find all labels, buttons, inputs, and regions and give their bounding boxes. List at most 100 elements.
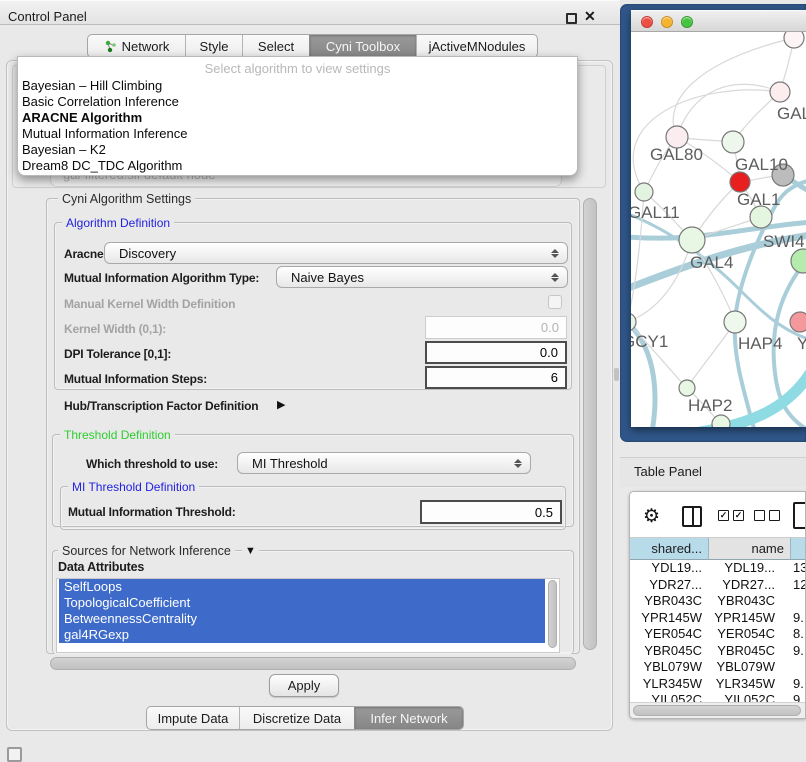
network-window-titlebar[interactable] [631, 10, 806, 32]
network-node[interactable] [791, 249, 806, 273]
tab-impute-data[interactable]: Impute Data [147, 707, 239, 729]
network-node[interactable] [784, 32, 804, 48]
which-threshold-combo[interactable]: MI Threshold [237, 452, 531, 474]
kernel-width-field[interactable] [425, 316, 567, 339]
table-cell: YLR345W [709, 676, 791, 693]
table-row[interactable]: YBR045CYBR045C9. [630, 643, 806, 660]
table-row[interactable]: YBL079WYBL079W [630, 659, 806, 676]
table-cell: YDR27... [709, 577, 791, 594]
network-node[interactable] [635, 183, 653, 201]
network-node[interactable] [770, 82, 790, 102]
column-header-name[interactable]: name [709, 538, 791, 560]
tab-label: Impute Data [158, 711, 229, 726]
network-node[interactable] [712, 415, 730, 427]
network-node[interactable] [790, 312, 806, 332]
which-threshold-value: MI Threshold [252, 456, 512, 471]
dropdown-item[interactable]: Bayesian – Hill Climbing [18, 78, 577, 94]
dropdown-item[interactable]: Basic Correlation Inference [18, 94, 577, 110]
table-body: YDL19...YDL19...13YDR27...YDR27...12YBR0… [630, 560, 806, 709]
tab-infer-network[interactable]: Infer Network [354, 707, 463, 729]
control-panel-tabbar: Network Style Select Cyni Toolbox jActiv… [87, 34, 538, 58]
apply-button[interactable]: Apply [269, 674, 339, 697]
zoom-traffic-light[interactable] [681, 16, 693, 28]
network-node-label: Y [797, 334, 806, 353]
dropdown-item[interactable]: Bayesian – K2 [18, 142, 577, 158]
network-node[interactable] [679, 227, 705, 253]
settings-vertical-scrollbar[interactable] [583, 198, 597, 650]
data-attributes-list: SelfLoops TopologicalCoefficient Between… [56, 578, 560, 653]
bottom-tabbar: Impute Data Discretize Data Infer Networ… [146, 706, 464, 730]
minimize-traffic-light[interactable] [661, 16, 673, 28]
tab-jactivemnodules[interactable]: jActiveMNodules [416, 35, 537, 57]
settings-group-title: Cyni Algorithm Settings [58, 192, 195, 206]
column-header-partial[interactable] [791, 538, 806, 560]
collapsed-panel-icon[interactable] [7, 747, 22, 762]
list-item-selected[interactable]: TopologicalCoefficient [59, 595, 545, 611]
list-item-selected[interactable]: SelfLoops [59, 579, 545, 595]
table-cell [791, 659, 806, 676]
tab-style[interactable]: Style [185, 35, 242, 57]
list-item-selected[interactable]: BetweennessCentrality [59, 611, 545, 627]
dropdown-item[interactable]: Dream8 DC_TDC Algorithm [18, 158, 577, 174]
list-vertical-scrollbar[interactable] [548, 580, 557, 648]
table-cell: YBR045C [709, 643, 791, 660]
tab-network[interactable]: Network [88, 35, 185, 57]
mi-type-combo[interactable]: Naive Bayes [276, 266, 568, 288]
float-window-icon[interactable] [566, 13, 577, 24]
table-row[interactable]: YDL19...YDL19...13 [630, 560, 806, 577]
close-traffic-light[interactable] [641, 16, 653, 28]
deselect-all-icon[interactable] [754, 510, 780, 521]
network-node[interactable] [724, 311, 746, 333]
pane-divider-grip[interactable] [614, 368, 619, 381]
table-horizontal-scrollbar[interactable] [633, 705, 801, 716]
network-node[interactable] [722, 131, 744, 153]
table-row[interactable]: YDR27...YDR27...12 [630, 577, 806, 594]
network-edge [687, 322, 735, 388]
algorithm-dropdown-popup: Select algorithm to view settings Bayesi… [17, 56, 578, 176]
table-row[interactable]: YLR345WYLR345W9. [630, 676, 806, 693]
network-canvas[interactable]: GALGAL80GAL10GAL1GAL11SWI4GAL4GCY1HAP4YH… [631, 32, 806, 427]
tab-cyni-toolbox[interactable]: Cyni Toolbox [309, 35, 416, 57]
mi-threshold-field[interactable] [420, 500, 562, 524]
tab-select[interactable]: Select [242, 35, 309, 57]
kernel-width-label: Kernel Width (0,1): [64, 322, 166, 336]
tab-label: Discretize Data [253, 711, 341, 726]
column-header-shared[interactable]: shared... [630, 538, 709, 560]
new-table-icon[interactable] [793, 502, 806, 529]
table-cell: YLR345W [630, 676, 709, 693]
aracne-mode-combo[interactable]: Discovery [104, 242, 568, 264]
tab-discretize-data[interactable]: Discretize Data [239, 707, 354, 729]
close-icon[interactable]: ✕ [584, 8, 596, 25]
table-cell: YPR145W [709, 610, 791, 627]
table-row[interactable]: YBR043CYBR043C [630, 593, 806, 610]
column-layout-icon[interactable] [682, 506, 702, 527]
settings-horizontal-scrollbar[interactable] [50, 657, 576, 670]
aracne-mode-value: Discovery [119, 246, 549, 261]
table-cell: 9. [791, 643, 806, 660]
table-horizontal-scrollbar-track [630, 702, 806, 718]
sources-collapse-icon[interactable]: ▼ [242, 545, 259, 557]
hub-expand-icon[interactable]: ▶ [277, 398, 285, 411]
network-node[interactable] [679, 380, 695, 396]
list-item-selected[interactable]: gal4RGexp [59, 627, 545, 643]
network-node[interactable] [730, 172, 750, 192]
table-cell: YDL19... [630, 560, 709, 577]
table-row[interactable]: YPR145WYPR145W9. [630, 610, 806, 627]
node-table: ⚙ ✓ ✓ shared... name YDL19...YDL19...13Y… [629, 491, 806, 719]
dropdown-item-highlighted[interactable]: ARACNE Algorithm [18, 110, 577, 126]
mi-type-value: Naive Bayes [291, 270, 549, 285]
tab-label: jActiveMNodules [429, 39, 526, 54]
network-node[interactable] [750, 206, 772, 228]
dropdown-item[interactable]: Mutual Information Inference [18, 126, 577, 142]
mi-steps-field[interactable] [425, 366, 567, 389]
table-cell: YER054C [630, 626, 709, 643]
dropdown-header: Select algorithm to view settings [18, 60, 577, 78]
mi-threshold-label: Mutual Information Threshold: [68, 505, 236, 519]
table-cell: YBR043C [709, 593, 791, 610]
tab-label: Cyni Toolbox [326, 39, 400, 54]
gear-icon[interactable]: ⚙ [643, 505, 660, 528]
dpi-tolerance-field[interactable] [425, 341, 567, 364]
select-all-icon[interactable]: ✓ ✓ [718, 510, 744, 521]
table-row[interactable]: YER054CYER054C8. [630, 626, 806, 643]
manual-kernel-checkbox[interactable] [548, 295, 562, 309]
